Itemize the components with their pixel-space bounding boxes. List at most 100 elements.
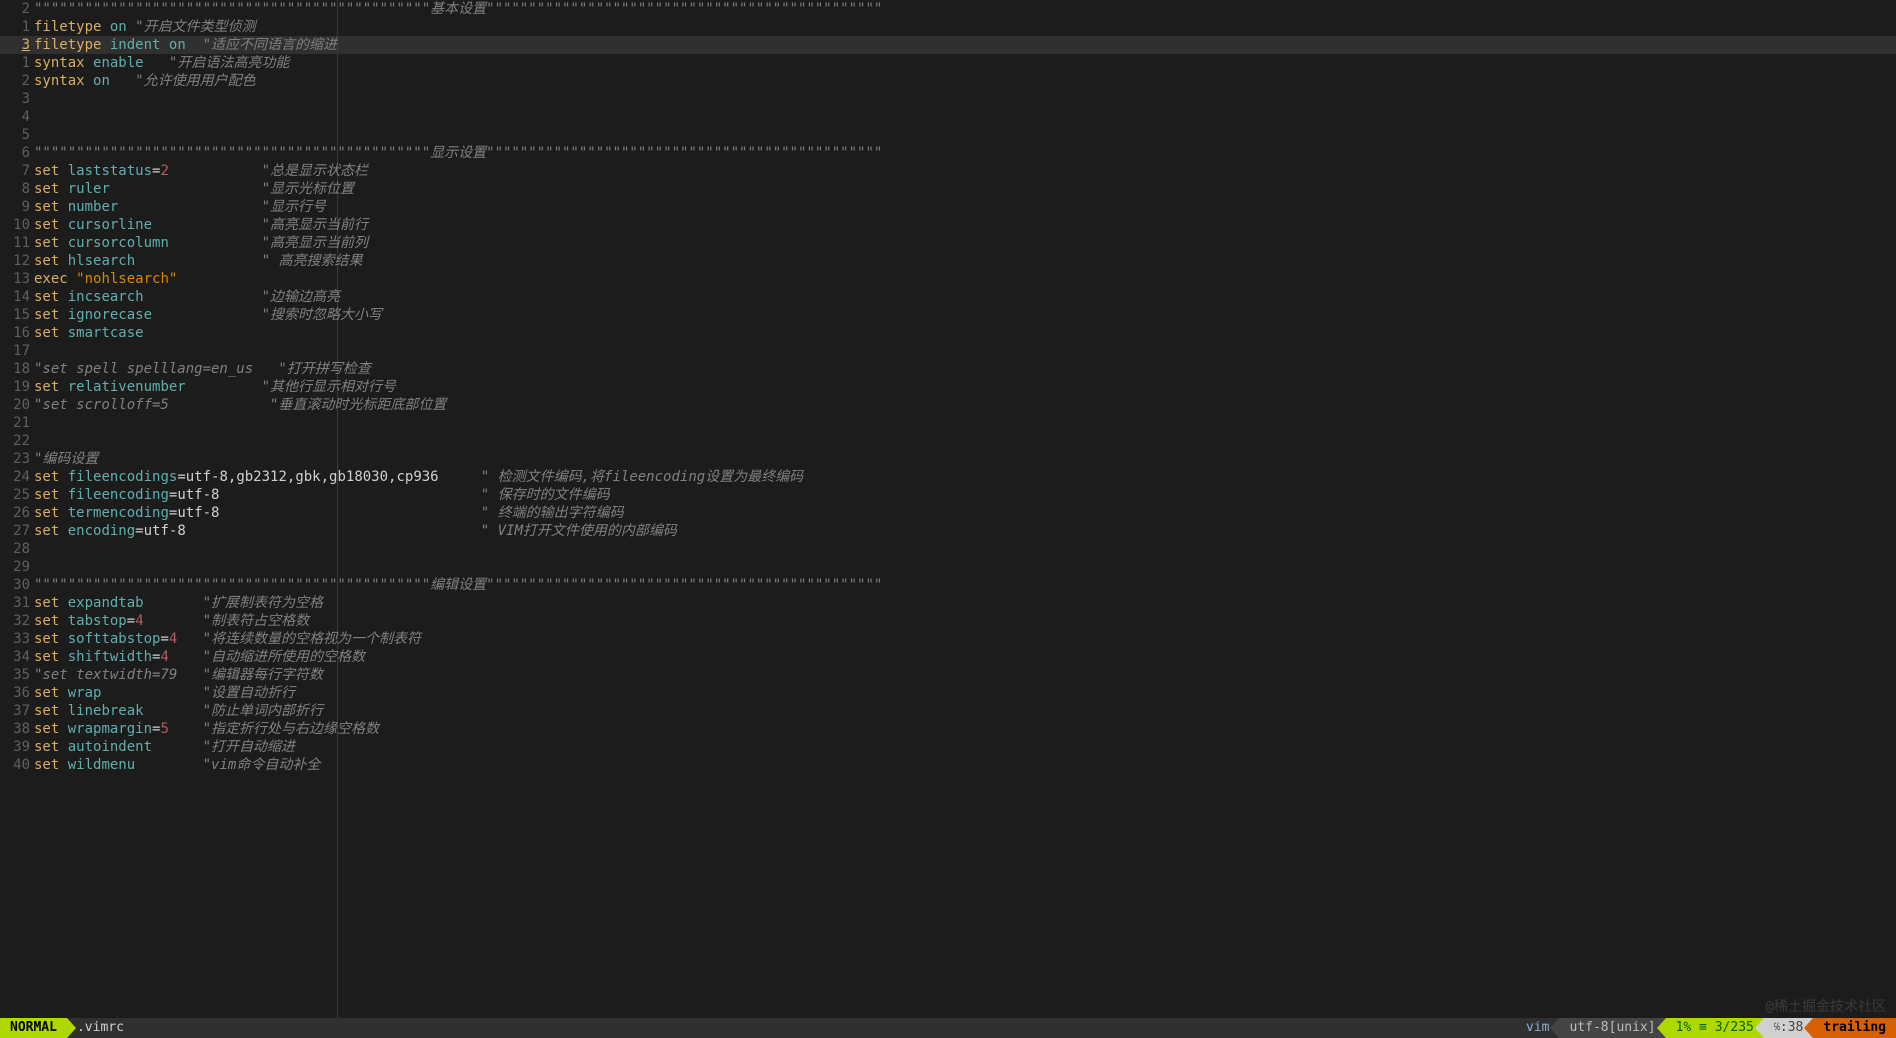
code-line[interactable]: 23"编码设置 [0, 450, 1896, 468]
line-content[interactable]: """"""""""""""""""""""""""""""""""""""""… [34, 0, 1896, 18]
mode-indicator: NORMAL [0, 1018, 67, 1038]
line-content[interactable]: set ignorecase "搜索时忽略大小写 [34, 306, 1896, 324]
line-content[interactable]: set wildmenu "vim命令自动补全 [34, 756, 1896, 774]
code-line[interactable]: 18"set spell spelllang=en_us "打开拼写检查 [0, 360, 1896, 378]
code-line[interactable]: 36set wrap "设置自动折行 [0, 684, 1896, 702]
code-line[interactable]: 39set autoindent "打开自动缩进 [0, 738, 1896, 756]
line-number: 31 [0, 594, 34, 612]
line-number: 12 [0, 252, 34, 270]
code-line[interactable]: 17 [0, 342, 1896, 360]
line-content[interactable]: "set scrolloff=5 "垂直滚动时光标距底部位置 [34, 396, 1896, 414]
status-bar: NORMAL .vimrc vim utf-8[unix] 1% ≡ 3/235… [0, 1018, 1896, 1038]
code-line[interactable]: 33set softtabstop=4 "将连续数量的空格视为一个制表符 [0, 630, 1896, 648]
code-line[interactable]: 2"""""""""""""""""""""""""""""""""""""""… [0, 0, 1896, 18]
code-line[interactable]: 19set relativenumber "其他行显示相对行号 [0, 378, 1896, 396]
line-content[interactable]: set autoindent "打开自动缩进 [34, 738, 1896, 756]
line-content[interactable]: set expandtab "扩展制表符为空格 [34, 594, 1896, 612]
code-line[interactable]: 6"""""""""""""""""""""""""""""""""""""""… [0, 144, 1896, 162]
line-content[interactable]: filetype indent on "适应不同语言的缩进 [34, 36, 1896, 54]
line-content[interactable]: exec "nohlsearch" [34, 270, 1896, 288]
code-line[interactable]: 35"set textwidth=79 "编辑器每行字符数 [0, 666, 1896, 684]
line-number: 30 [0, 576, 34, 594]
line-content[interactable]: set cursorline "高亮显示当前行 [34, 216, 1896, 234]
code-line[interactable]: 14set incsearch "边输边高亮 [0, 288, 1896, 306]
line-number: 20 [0, 396, 34, 414]
code-line[interactable]: 13exec "nohlsearch" [0, 270, 1896, 288]
line-content[interactable] [34, 108, 1896, 126]
editor-area[interactable]: 2"""""""""""""""""""""""""""""""""""""""… [0, 0, 1896, 1018]
code-line[interactable]: 1filetype on "开启文件类型侦测 [0, 18, 1896, 36]
line-content[interactable]: set cursorcolumn "高亮显示当前列 [34, 234, 1896, 252]
code-line[interactable]: 8set ruler "显示光标位置 [0, 180, 1896, 198]
code-line[interactable]: 2syntax on "允许使用用户配色 [0, 72, 1896, 90]
code-line[interactable]: 5 [0, 126, 1896, 144]
line-number: 32 [0, 612, 34, 630]
code-line[interactable]: 7set laststatus=2 "总是显示状态栏 [0, 162, 1896, 180]
line-content[interactable] [34, 90, 1896, 108]
line-content[interactable]: set ruler "显示光标位置 [34, 180, 1896, 198]
line-content[interactable]: set wrap "设置自动折行 [34, 684, 1896, 702]
code-line[interactable]: 27set encoding=utf-8 " VIM打开文件使用的内部编码 [0, 522, 1896, 540]
line-content[interactable] [34, 540, 1896, 558]
line-content[interactable]: syntax on "允许使用用户配色 [34, 72, 1896, 90]
code-line[interactable]: 3filetype indent on "适应不同语言的缩进 [0, 36, 1896, 54]
line-content[interactable]: set fileencoding=utf-8 " 保存时的文件编码 [34, 486, 1896, 504]
line-content[interactable]: "set spell spelllang=en_us "打开拼写检查 [34, 360, 1896, 378]
code-line[interactable]: 30""""""""""""""""""""""""""""""""""""""… [0, 576, 1896, 594]
line-content[interactable]: set wrapmargin=5 "指定折行处与右边缘空格数 [34, 720, 1896, 738]
line-content[interactable]: syntax enable "开启语法高亮功能 [34, 54, 1896, 72]
line-content[interactable]: set smartcase [34, 324, 1896, 342]
code-line[interactable]: 37set linebreak "防止单词内部折行 [0, 702, 1896, 720]
code-line[interactable]: 20"set scrolloff=5 "垂直滚动时光标距底部位置 [0, 396, 1896, 414]
line-content[interactable]: set relativenumber "其他行显示相对行号 [34, 378, 1896, 396]
line-content[interactable]: set fileencodings=utf-8,gb2312,gbk,gb180… [34, 468, 1896, 486]
line-content[interactable]: set tabstop=4 "制表符占空格数 [34, 612, 1896, 630]
line-number: 5 [0, 126, 34, 144]
line-number: 14 [0, 288, 34, 306]
code-line[interactable]: 12set hlsearch " 高亮搜索结果 [0, 252, 1896, 270]
line-content[interactable]: "set textwidth=79 "编辑器每行字符数 [34, 666, 1896, 684]
code-line[interactable]: 21 [0, 414, 1896, 432]
line-content[interactable] [34, 414, 1896, 432]
line-content[interactable]: """"""""""""""""""""""""""""""""""""""""… [34, 576, 1896, 594]
line-content[interactable]: "编码设置 [34, 450, 1896, 468]
code-line[interactable]: 4 [0, 108, 1896, 126]
line-content[interactable]: set encoding=utf-8 " VIM打开文件使用的内部编码 [34, 522, 1896, 540]
code-line[interactable]: 1syntax enable "开启语法高亮功能 [0, 54, 1896, 72]
line-content[interactable]: set hlsearch " 高亮搜索结果 [34, 252, 1896, 270]
line-content[interactable] [34, 558, 1896, 576]
line-number: 19 [0, 378, 34, 396]
line-content[interactable]: set number "显示行号 [34, 198, 1896, 216]
code-line[interactable]: 28 [0, 540, 1896, 558]
line-number: 7 [0, 162, 34, 180]
code-line[interactable]: 25set fileencoding=utf-8 " 保存时的文件编码 [0, 486, 1896, 504]
code-line[interactable]: 15set ignorecase "搜索时忽略大小写 [0, 306, 1896, 324]
code-line[interactable]: 29 [0, 558, 1896, 576]
line-content[interactable]: set shiftwidth=4 "自动缩进所使用的空格数 [34, 648, 1896, 666]
line-content[interactable]: set termencoding=utf-8 " 终端的输出字符编码 [34, 504, 1896, 522]
code-line[interactable]: 3 [0, 90, 1896, 108]
code-line[interactable]: 34set shiftwidth=4 "自动缩进所使用的空格数 [0, 648, 1896, 666]
code-line[interactable]: 24set fileencodings=utf-8,gb2312,gbk,gb1… [0, 468, 1896, 486]
line-number: 26 [0, 504, 34, 522]
code-line[interactable]: 22 [0, 432, 1896, 450]
code-line[interactable]: 11set cursorcolumn "高亮显示当前列 [0, 234, 1896, 252]
code-line[interactable]: 40set wildmenu "vim命令自动补全 [0, 756, 1896, 774]
line-content[interactable]: """"""""""""""""""""""""""""""""""""""""… [34, 144, 1896, 162]
code-line[interactable]: 16set smartcase [0, 324, 1896, 342]
line-content[interactable] [34, 126, 1896, 144]
code-line[interactable]: 32set tabstop=4 "制表符占空格数 [0, 612, 1896, 630]
line-content[interactable] [34, 432, 1896, 450]
code-line[interactable]: 38set wrapmargin=5 "指定折行处与右边缘空格数 [0, 720, 1896, 738]
line-content[interactable]: set incsearch "边输边高亮 [34, 288, 1896, 306]
line-content[interactable]: set linebreak "防止单词内部折行 [34, 702, 1896, 720]
line-content[interactable]: set laststatus=2 "总是显示状态栏 [34, 162, 1896, 180]
line-number: 28 [0, 540, 34, 558]
code-line[interactable]: 26set termencoding=utf-8 " 终端的输出字符编码 [0, 504, 1896, 522]
line-content[interactable] [34, 342, 1896, 360]
code-line[interactable]: 9set number "显示行号 [0, 198, 1896, 216]
line-content[interactable]: filetype on "开启文件类型侦测 [34, 18, 1896, 36]
line-content[interactable]: set softtabstop=4 "将连续数量的空格视为一个制表符 [34, 630, 1896, 648]
code-line[interactable]: 31set expandtab "扩展制表符为空格 [0, 594, 1896, 612]
code-line[interactable]: 10set cursorline "高亮显示当前行 [0, 216, 1896, 234]
